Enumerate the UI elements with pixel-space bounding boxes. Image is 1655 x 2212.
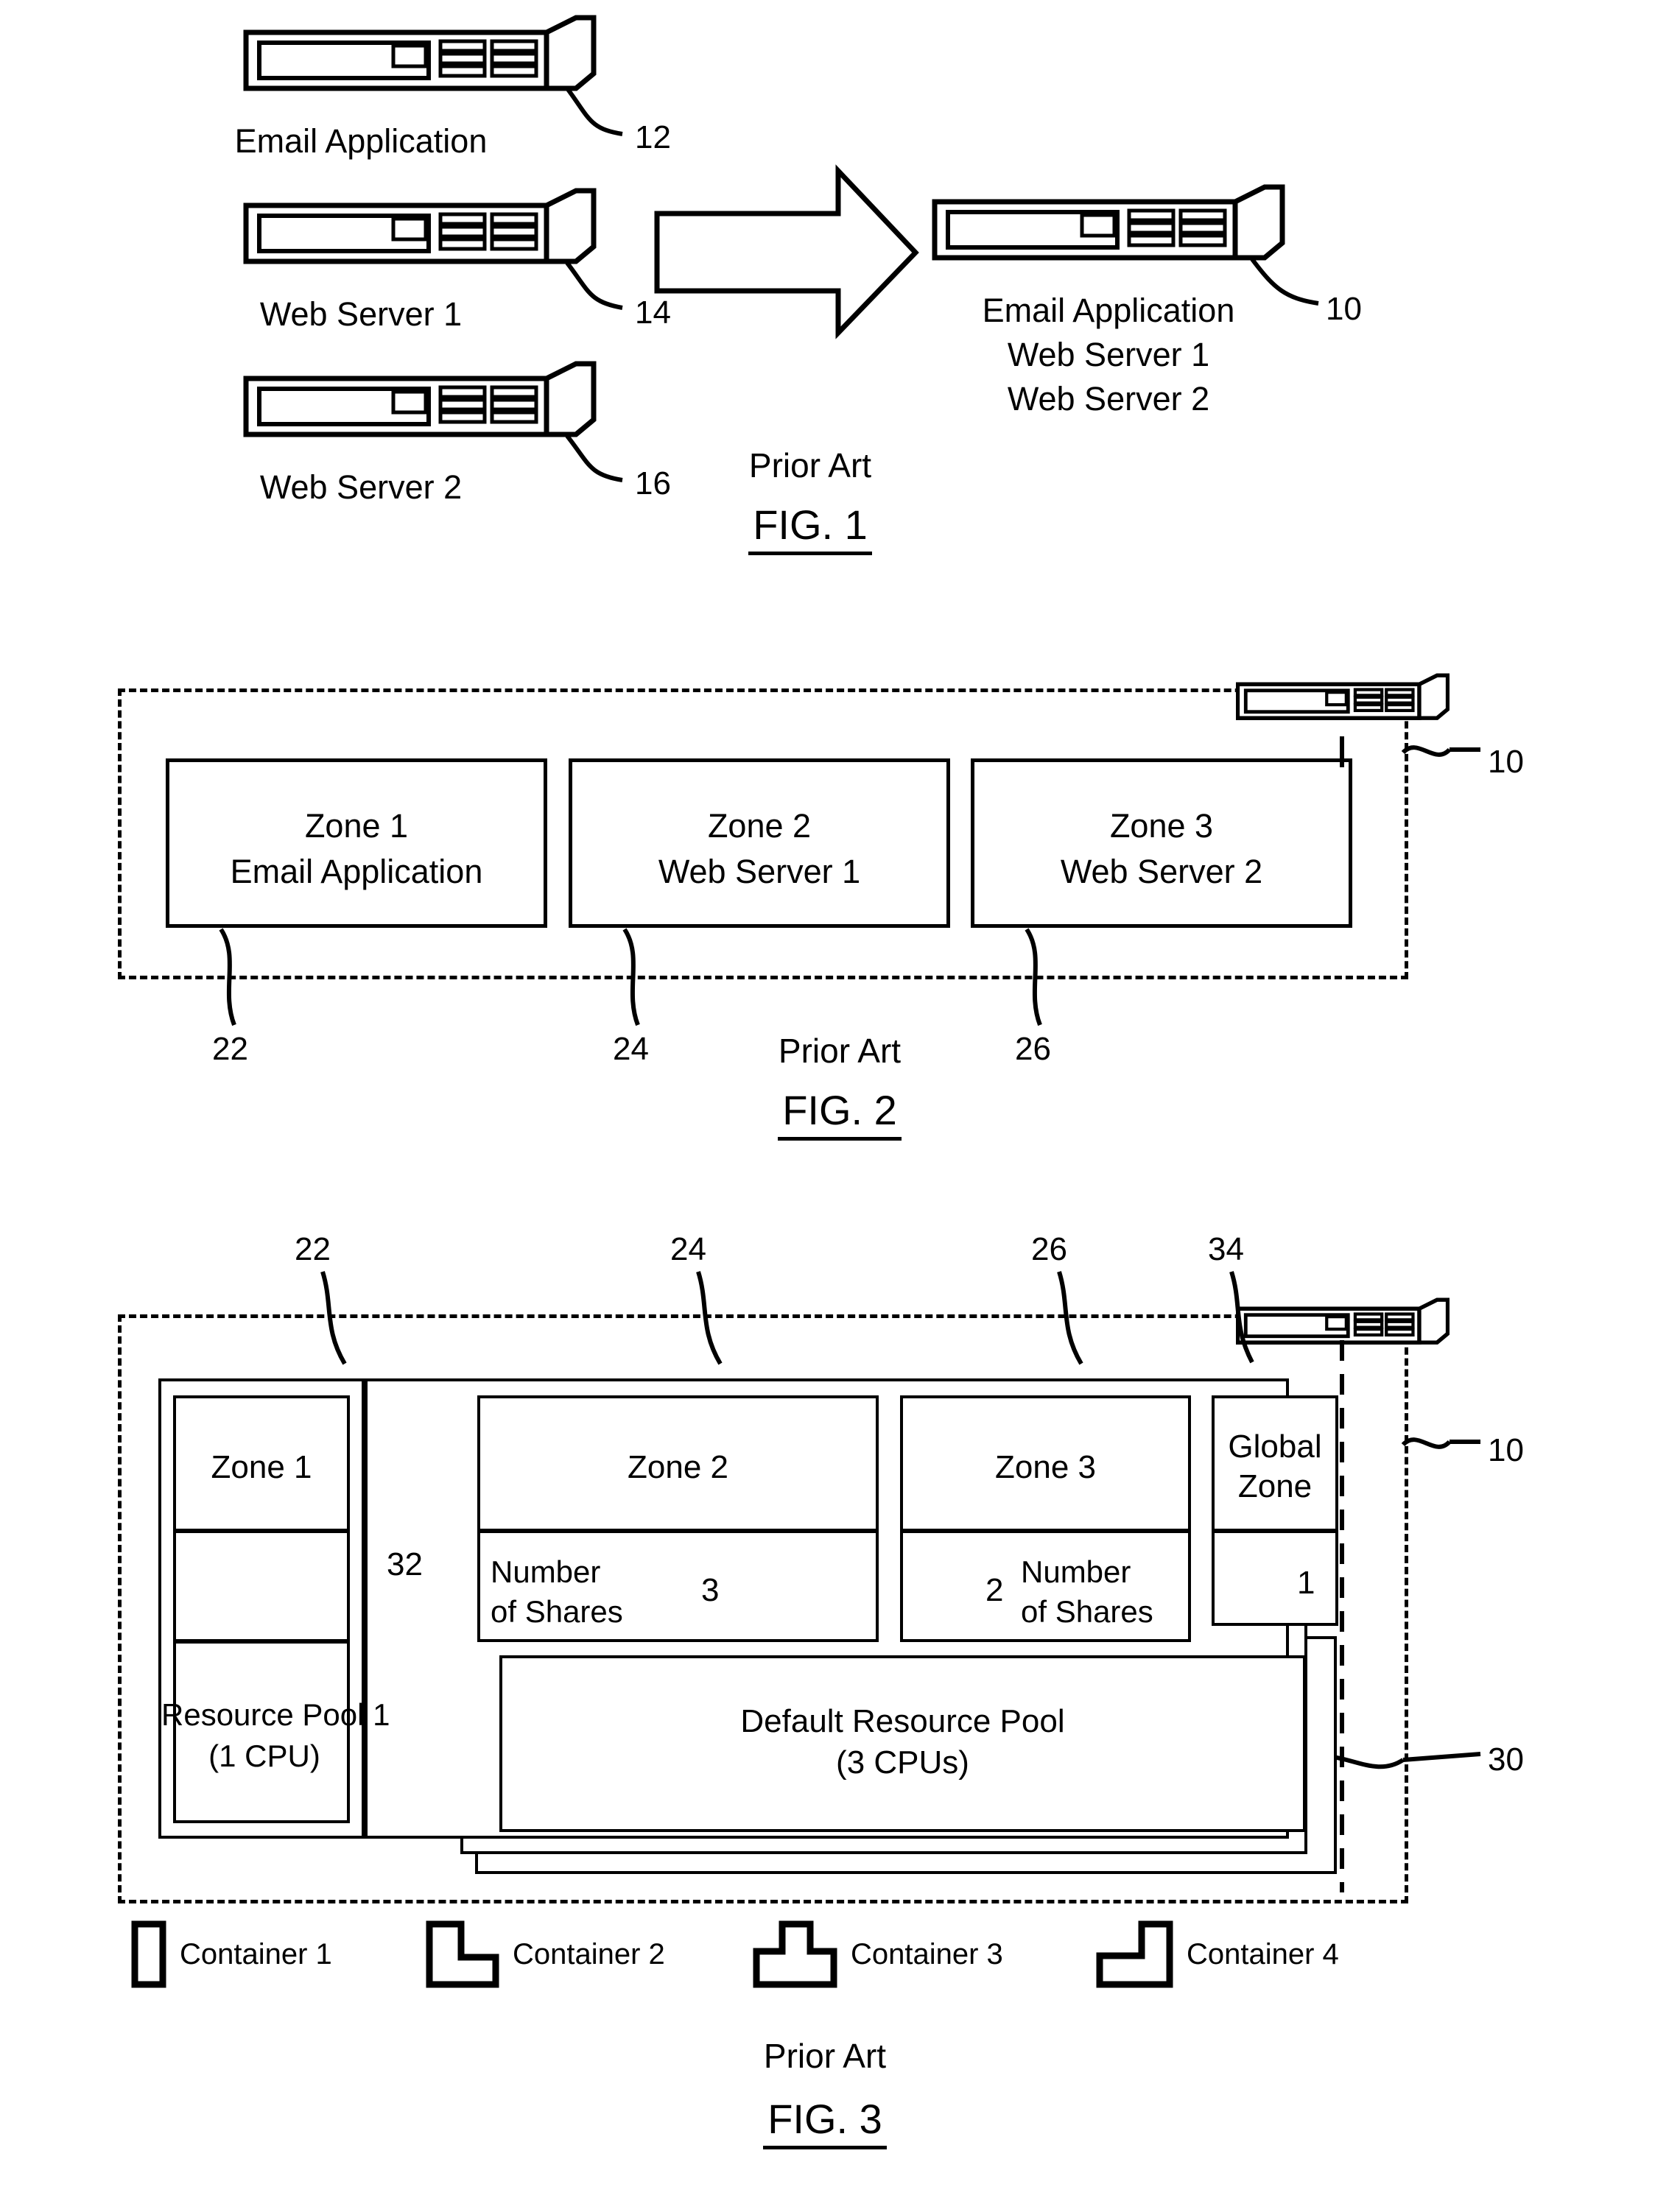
fig3-default-resource-pool: Default Resource Pool (3 CPUs) [499, 1655, 1306, 1832]
t-shape-icon [753, 1920, 837, 1988]
fig2-name-text: FIG. 2 [778, 1086, 902, 1141]
reference-numeral-10-fig3: 10 [1488, 1432, 1524, 1468]
reference-numeral-26-fig2: 26 [1015, 1031, 1051, 1067]
reference-numeral-32-fig3: 32 [387, 1546, 423, 1582]
legend-label-container-3: Container 3 [851, 1937, 1003, 1970]
fig3-zone-2-shares-cell: Number of Shares 3 [477, 1530, 879, 1642]
consolidated-label-line-1: Email Application [982, 292, 1235, 329]
fig1-name: FIG. 1 [648, 501, 972, 555]
fig3-zone-1-title: Zone 1 [211, 1449, 312, 1485]
server-icon-consolidated [932, 184, 1285, 265]
fig3-zone-2-shares-label-line2: of Shares [491, 1594, 623, 1629]
server-label-web-server-1: Web Server 1 [259, 295, 463, 333]
squiggle-10-fig3 [1401, 1437, 1452, 1449]
leader-line-16 [565, 434, 623, 482]
fig3-zone-3-shares-label-line2: of Shares [1021, 1594, 1153, 1629]
server-icon-fig3-system [1236, 1296, 1450, 1349]
reference-numeral-24-fig2: 24 [613, 1031, 649, 1067]
fig2-zone-3: Zone 3 Web Server 2 [971, 758, 1352, 928]
fig3-prior-art-label: Prior Art [763, 2037, 887, 2075]
legend-label-container-4: Container 4 [1187, 1937, 1339, 1970]
fig2-zone-1: Zone 1 Email Application [166, 758, 547, 928]
fig2-zone-1-title: Zone 1 [304, 807, 409, 845]
consolidated-label-line-3: Web Server 2 [1007, 380, 1210, 418]
fig3-zone-2-shares-value: 3 [701, 1572, 720, 1608]
l-shape-icon [426, 1920, 499, 1988]
server-icon-fig2-system [1236, 672, 1450, 725]
reference-numeral-10-fig2: 10 [1488, 744, 1524, 780]
reference-numeral-14: 14 [635, 295, 671, 331]
fig1-prior-art-label: Prior Art [748, 446, 872, 485]
leader-line-14 [565, 261, 623, 310]
fig3-zone-3-shares-cell: 2 Number of Shares [900, 1530, 1191, 1642]
fig3-zone-3-box: Zone 3 [900, 1395, 1191, 1532]
fig3-zone-3-title: Zone 3 [995, 1449, 1096, 1485]
consolidated-label-line-2: Web Server 1 [1007, 336, 1210, 373]
j-shape-icon [1096, 1920, 1173, 1988]
fig3-global-zone-title-line2: Zone [1237, 1468, 1313, 1504]
leader-30-fig3 [1402, 1752, 1481, 1762]
fig1-leader-lines [565, 87, 1319, 482]
reference-numeral-22-fig3: 22 [295, 1231, 331, 1267]
fig3-zone-3-shares-value: 2 [985, 1572, 1004, 1608]
fig3-zone-1-box: Zone 1 [173, 1395, 350, 1532]
reference-numeral-26-fig3: 26 [1031, 1231, 1067, 1267]
fig3-default-resource-pool-title: Default Resource Pool [740, 1703, 1065, 1739]
legend-item-container-3: Container 3 [753, 1920, 1003, 1988]
legend-label-container-1: Container 1 [180, 1937, 332, 1970]
fig3-global-zone-box: Global Zone [1212, 1395, 1338, 1532]
fig3-global-zone-shares-value: 1 [1297, 1565, 1315, 1601]
server-icon-web-server-2 [243, 361, 597, 442]
fig3-name: FIG. 3 [663, 2095, 987, 2149]
fig3-global-zone-title-line1: Global [1228, 1429, 1322, 1465]
fig3-zone-2-box: Zone 2 [477, 1395, 879, 1532]
reference-numeral-12: 12 [635, 119, 671, 155]
legend-item-container-1: Container 1 [131, 1920, 332, 1988]
fig3-default-resource-pool-capacity: (3 CPUs) [836, 1744, 969, 1780]
legend-item-container-2: Container 2 [426, 1920, 665, 1988]
squiggle-10-fig2 [1401, 745, 1452, 757]
fig2-zone-3-title: Zone 3 [1109, 807, 1214, 845]
server-label-email-application: Email Application [234, 122, 488, 160]
server-label-web-server-2: Web Server 2 [259, 468, 463, 506]
fig3-resource-pool-1-title: Resource Pool 1 [161, 1697, 390, 1732]
fig2-zone-2-title: Zone 2 [707, 807, 812, 845]
fig3-zone-2-title: Zone 2 [628, 1449, 728, 1485]
fig3-zone-2-shares-label-line1: Number [491, 1554, 601, 1589]
fig2-zone-2: Zone 2 Web Server 1 [569, 758, 950, 928]
reference-numeral-22-fig2: 22 [212, 1031, 248, 1067]
legend-label-container-2: Container 2 [513, 1937, 665, 1970]
rect-icon [131, 1920, 166, 1988]
fig1-name-text: FIG. 1 [748, 501, 872, 555]
server-icon-web-server-1 [243, 188, 597, 269]
server-icon-email-application [243, 15, 597, 96]
fig2-zone-2-subtitle: Web Server 1 [658, 853, 861, 890]
reference-numeral-10-fig1: 10 [1326, 291, 1362, 327]
fig3-zone-1-shares-cell [173, 1530, 350, 1642]
fig3-resource-pool-1: Resource Pool 1 (1 CPU) [161, 1641, 390, 1823]
reference-numeral-30-fig3: 30 [1488, 1741, 1524, 1778]
fig2-zone-3-subtitle: Web Server 2 [1060, 853, 1263, 890]
fig3-zone-3-shares-label-line1: Number [1021, 1554, 1131, 1589]
reference-numeral-24-fig3: 24 [670, 1231, 706, 1267]
consolidation-arrow-icon [654, 164, 919, 339]
fig2-name: FIG. 2 [678, 1086, 1002, 1141]
fig3-name-text: FIG. 3 [763, 2095, 887, 2149]
fig3-global-zone-shares-cell: 1 [1212, 1530, 1338, 1626]
fig2-prior-art-label: Prior Art [778, 1032, 902, 1070]
reference-numeral-34-fig3: 34 [1208, 1231, 1244, 1267]
legend-item-container-4: Container 4 [1096, 1920, 1339, 1988]
fig2-zone-1-subtitle: Email Application [230, 853, 483, 890]
fig3-resource-pool-1-capacity: (1 CPU) [208, 1739, 320, 1773]
